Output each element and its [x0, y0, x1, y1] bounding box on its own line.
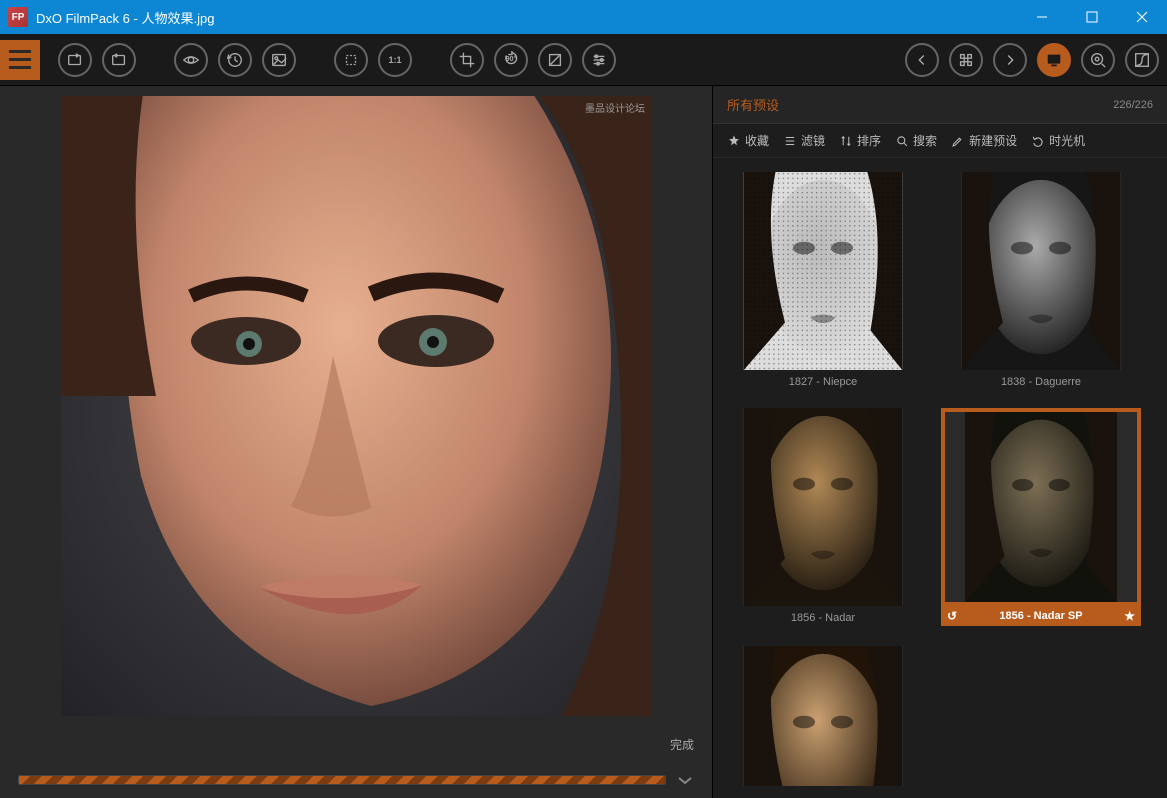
canvas[interactable]: 墨品设计论坛 [0, 86, 712, 726]
main-area: 墨品设计论坛 完成 所有预设 226/226 收藏 滤镜 排序 搜索 新建预设 时光机 1… [0, 86, 1167, 798]
portrait-image [61, 96, 651, 716]
preset-name: 1838 - Daguerre [1001, 376, 1081, 388]
zoom-1to1-label: 1:1 [388, 55, 401, 65]
star-icon [727, 134, 741, 148]
undo-icon [1031, 134, 1045, 148]
rotate-button[interactable]: 90° [494, 43, 528, 77]
sub-sort[interactable]: 排序 [839, 132, 881, 149]
image-out-icon [110, 51, 128, 69]
sub-search[interactable]: 搜索 [895, 132, 937, 149]
curve-view-button[interactable] [1125, 43, 1159, 77]
preset-item[interactable]: ↺ 1856 - Nadar SP ★ [941, 408, 1141, 626]
maximize-button[interactable] [1067, 0, 1117, 34]
sub-favorites-label: 收藏 [745, 132, 769, 149]
history-button[interactable] [218, 43, 252, 77]
progress-row [0, 762, 712, 798]
frame-slant-icon [546, 51, 564, 69]
arrow-left-icon [913, 51, 931, 69]
sub-filter-label: 滤镜 [801, 132, 825, 149]
crop-icon [458, 51, 476, 69]
preset-name: 1856 - Nadar SP [999, 610, 1082, 622]
panel-subheader: 收藏 滤镜 排序 搜索 新建预设 时光机 [713, 124, 1167, 158]
window-title: DxO FilmPack 6 - 人物效果.jpg [36, 8, 1017, 27]
main-image: 墨品设计论坛 [61, 96, 651, 716]
monitor-icon [1045, 51, 1063, 69]
toolbar: 1:1 90° [0, 34, 1167, 86]
sub-sort-label: 排序 [857, 132, 881, 149]
next-button[interactable] [993, 43, 1027, 77]
panel-count: 226/226 [1113, 99, 1153, 111]
grid-icon [957, 51, 975, 69]
eye-icon [182, 51, 200, 69]
titlebar: FP DxO FilmPack 6 - 人物效果.jpg [0, 0, 1167, 34]
sliders-icon [590, 51, 608, 69]
arrow-right-icon [1001, 51, 1019, 69]
watermark-text: 墨品设计论坛 [585, 100, 645, 115]
sub-search-label: 搜索 [913, 132, 937, 149]
search-icon [895, 134, 909, 148]
curve-icon [1133, 51, 1151, 69]
preset-name: 1856 - Nadar [791, 612, 855, 624]
preset-item[interactable] [723, 646, 923, 786]
open-button[interactable] [58, 43, 92, 77]
reset-icon[interactable]: ↺ [947, 609, 957, 623]
preset-item[interactable]: 1856 - Nadar [723, 408, 923, 626]
adjust-button[interactable] [582, 43, 616, 77]
preset-thumbnail [961, 172, 1121, 370]
image-in-icon [66, 51, 84, 69]
app-logo: FP [8, 7, 28, 27]
snapshot-button[interactable] [262, 43, 296, 77]
preset-name: 1827 - Niepce [789, 376, 858, 388]
sub-time-machine[interactable]: 时光机 [1031, 132, 1085, 149]
preview-button[interactable] [174, 43, 208, 77]
preset-grid[interactable]: 1827 - Niepce 1838 - Daguerre 1856 - Nadar… [713, 158, 1167, 798]
edit-icon [951, 134, 965, 148]
panel-header: 所有预设 226/226 [713, 86, 1167, 124]
preset-thumbnail [743, 172, 903, 370]
sub-filter[interactable]: 滤镜 [783, 132, 825, 149]
preset-panel: 所有预设 226/226 收藏 滤镜 排序 搜索 新建预设 时光机 1827 - Niep… [712, 86, 1167, 798]
presets-view-button[interactable] [1037, 43, 1071, 77]
loupe-eye-icon [1089, 51, 1107, 69]
preset-label-bar: ↺ 1856 - Nadar SP ★ [941, 606, 1141, 626]
fit-button[interactable] [334, 43, 368, 77]
minimize-button[interactable] [1017, 0, 1067, 34]
grid-button[interactable] [949, 43, 983, 77]
straighten-button[interactable] [538, 43, 572, 77]
preset-thumbnail [743, 408, 903, 606]
sub-favorites[interactable]: 收藏 [727, 132, 769, 149]
sort-icon [839, 134, 853, 148]
sub-new-preset-label: 新建预设 [969, 132, 1017, 149]
status-row: 完成 [0, 726, 712, 762]
sub-new-preset[interactable]: 新建预设 [951, 132, 1017, 149]
sub-time-machine-label: 时光机 [1049, 132, 1085, 149]
crop-button[interactable] [450, 43, 484, 77]
preset-thumbnail [743, 646, 903, 786]
clock-arrow-icon [226, 51, 244, 69]
prev-button[interactable] [905, 43, 939, 77]
favorite-icon[interactable]: ★ [1124, 609, 1135, 623]
panel-title[interactable]: 所有预设 [727, 95, 779, 114]
fit-icon [342, 51, 360, 69]
close-button[interactable] [1117, 0, 1167, 34]
preset-thumbnail [941, 408, 1141, 606]
zoom-1to1-button[interactable]: 1:1 [378, 43, 412, 77]
menu-button[interactable] [0, 40, 40, 80]
list-icon [783, 134, 797, 148]
status-label: 完成 [670, 736, 694, 753]
progress-toggle-icon[interactable] [676, 771, 694, 789]
progress-bar [18, 775, 666, 785]
image-point-icon [270, 51, 288, 69]
export-button[interactable] [102, 43, 136, 77]
search-view-button[interactable] [1081, 43, 1115, 77]
preset-item[interactable]: 1827 - Niepce [723, 172, 923, 388]
preset-item[interactable]: 1838 - Daguerre [941, 172, 1141, 388]
viewer-pane: 墨品设计论坛 完成 [0, 86, 712, 798]
